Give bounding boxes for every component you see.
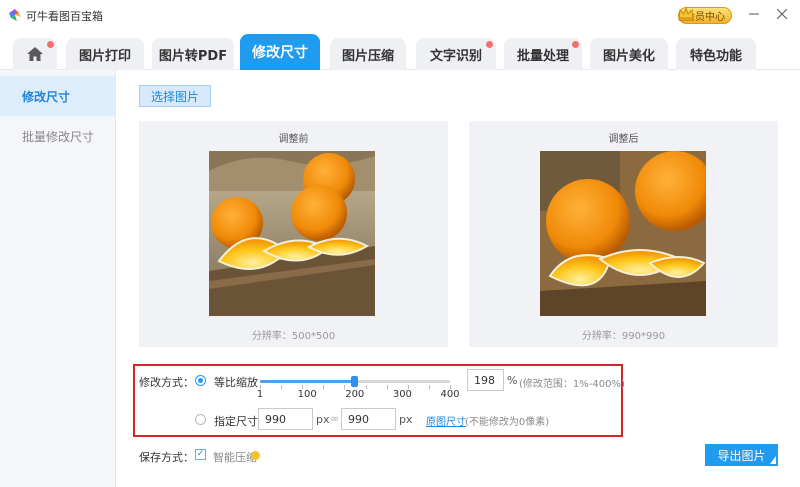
minimize-icon [749,13,759,15]
percent-unit: % [507,374,518,387]
before-image [209,151,375,316]
height-unit: px [399,413,413,426]
before-title: 调整前 [278,134,309,145]
slider-tick-label: 400 [440,389,460,400]
mode-label: 修改方式： [139,376,194,389]
before-preview-panel: 调整前 分辨率：500*500 [139,121,448,347]
width-input[interactable]: 990 [258,408,313,430]
after-preview-panel: 调整后 分辨率：990*990 [469,121,778,347]
scale-slider-fill [260,380,354,383]
slider-tick-label: 200 [345,389,365,400]
sidebar-item-resize[interactable]: 修改尺寸 [0,76,116,116]
vip-center-button[interactable]: 会员中心 [678,6,732,24]
slider-tick-label: 300 [392,389,412,400]
close-icon [777,9,787,19]
notification-dot [486,41,493,48]
scale-option-label: 等比缩放 [214,376,258,389]
tab-special-features[interactable]: 特色功能 [676,38,756,70]
tab-batch-process[interactable]: 批量处理 [504,38,582,70]
title-bar: 可牛看图百宝箱 会员中心 [0,0,800,32]
after-image [540,151,706,316]
percent-range-hint: (修改范围：1%-400%) [519,379,625,390]
tab-batch-process-label: 批量处理 [516,48,569,64]
lightbulb-icon [251,451,260,460]
slider-tick [428,385,430,389]
crown-icon [678,6,694,21]
app-title: 可牛看图百宝箱 [26,10,103,23]
smart-compress-checkbox[interactable]: ✓ [195,449,206,460]
tab-image-print[interactable]: 图片打印 [66,38,144,70]
slider-tick-label: 1 [256,389,264,400]
select-image-button[interactable]: 选择图片 [139,85,211,107]
minimize-button[interactable] [742,4,766,24]
notification-dot [572,41,579,48]
specify-size-label: 指定尺寸 [214,415,258,428]
size-hint: (不能修改为0像素) [465,417,550,428]
tab-bar: 图片打印 图片转PDF 修改尺寸 图片压缩 文字识别 批量处理 图片美化 特色功… [0,32,800,70]
tab-image-beautify[interactable]: 图片美化 [590,38,668,70]
percent-input[interactable]: 198 [467,369,504,391]
height-input[interactable]: 990 [341,408,396,430]
app-logo-icon [9,9,21,21]
tab-resize[interactable]: 修改尺寸 [240,34,320,70]
slider-tick [281,385,283,389]
slider-tick [323,385,325,389]
sidebar-item-batch-resize[interactable]: 批量修改尺寸 [0,116,116,156]
aspect-link-icon[interactable]: ∞ [330,412,339,425]
slider-tick [386,385,388,389]
tab-image-compress[interactable]: 图片压缩 [330,38,406,70]
after-title: 调整后 [608,134,639,145]
slider-tick-label: 100 [297,389,317,400]
after-resolution: 分辨率：990*990 [581,331,666,342]
before-resolution: 分辨率：500*500 [251,331,336,342]
original-size-link[interactable]: 原图尺寸 [426,413,466,428]
sidebar: 修改尺寸 批量修改尺寸 [0,70,116,487]
slider-tick [365,385,367,389]
scale-radio[interactable] [195,375,206,386]
home-icon [27,47,43,61]
tab-text-recognition[interactable]: 文字识别 [416,38,496,70]
width-unit: px [316,413,330,426]
scale-slider-thumb[interactable] [350,376,358,387]
cursor-corner-icon [770,456,776,464]
save-label: 保存方式： [139,451,194,464]
specify-size-radio[interactable] [195,414,206,425]
tab-image-to-pdf[interactable]: 图片转PDF [152,38,234,70]
tab-text-recognition-label: 文字识别 [429,48,482,64]
close-button[interactable] [770,4,794,24]
export-image-button[interactable]: 导出图片 [705,444,778,466]
tab-home[interactable] [13,38,57,70]
notification-dot [47,41,54,48]
